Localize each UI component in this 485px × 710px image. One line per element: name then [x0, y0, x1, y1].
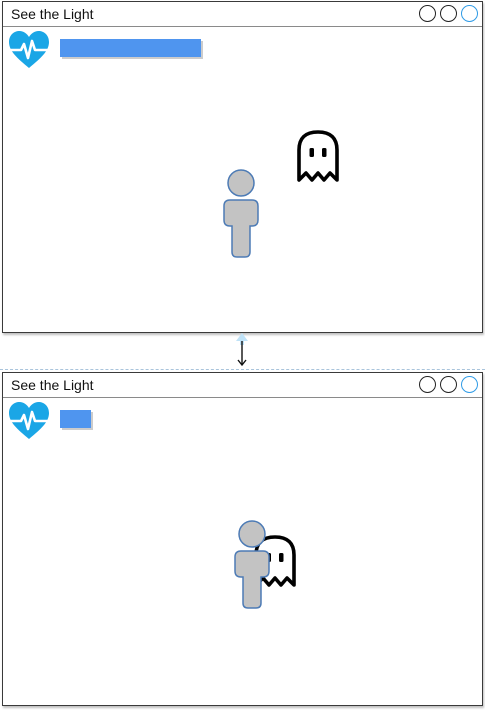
window-title: See the Light	[11, 6, 94, 22]
game-window-before: See the Light	[2, 1, 483, 333]
down-arrow-icon	[236, 333, 248, 367]
person-icon	[234, 520, 270, 609]
person-icon	[223, 169, 259, 258]
window-button-minimize[interactable]	[419, 5, 436, 22]
health-bar	[60, 39, 201, 57]
window-button-minimize[interactable]	[419, 376, 436, 393]
window-button-maximize[interactable]	[440, 5, 457, 22]
ghost-icon	[297, 130, 339, 182]
window-button-close[interactable]	[461, 5, 478, 22]
health-bar	[60, 410, 91, 428]
game-window-after: See the Light	[2, 372, 483, 706]
window-button-close[interactable]	[461, 376, 478, 393]
window-title: See the Light	[11, 377, 94, 393]
title-bar: See the Light	[3, 2, 482, 27]
heart-pulse-icon	[8, 31, 50, 68]
heart-pulse-icon	[8, 402, 50, 439]
title-bar: See the Light	[3, 373, 482, 398]
panel-divider	[0, 369, 485, 370]
window-button-maximize[interactable]	[440, 376, 457, 393]
